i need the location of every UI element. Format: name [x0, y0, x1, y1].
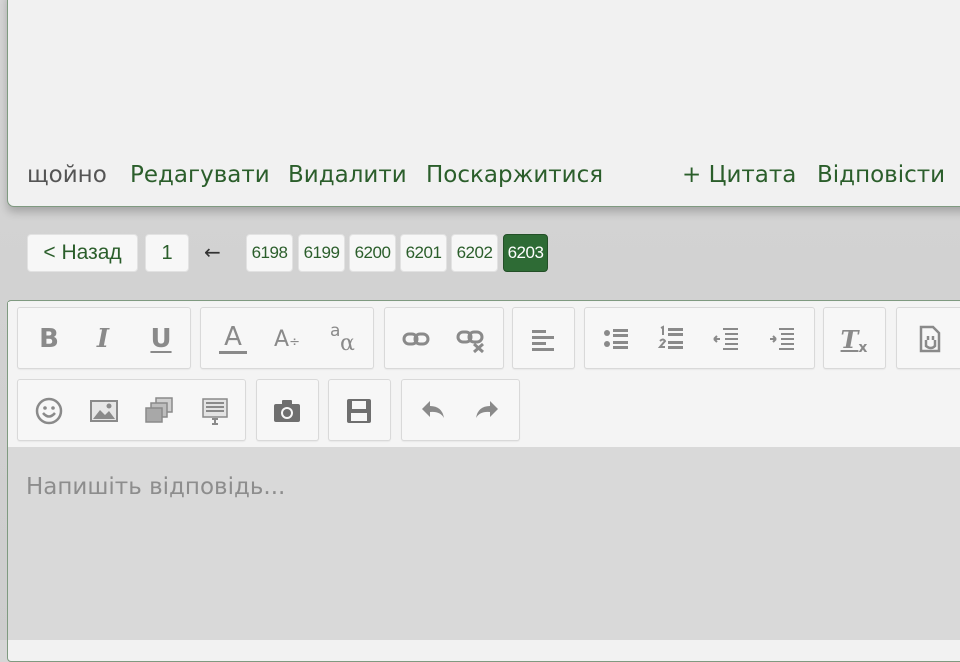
pagination-gap-arrow: ←: [204, 240, 221, 264]
toolbar-group-lists: [584, 307, 815, 369]
unlink-icon: [456, 330, 484, 354]
indent-icon: [770, 328, 794, 350]
outdent-icon: [713, 328, 738, 350]
undo-button[interactable]: [414, 392, 452, 430]
toolbar-group-clear: Tx: [823, 307, 886, 369]
font-size-button[interactable]: A÷: [268, 320, 306, 358]
save-button[interactable]: [340, 392, 378, 430]
pagination-first-page[interactable]: 1: [145, 234, 189, 272]
toolbar-group-fonts: A A÷ a α: [200, 307, 374, 369]
align-button[interactable]: [524, 320, 562, 358]
toolbar-group-links: [384, 307, 504, 369]
camera-button[interactable]: [268, 392, 306, 430]
redo-icon: [476, 401, 498, 418]
font-size-icon: A÷: [274, 326, 300, 352]
delete-link[interactable]: Видалити: [288, 162, 407, 188]
toolbar-group-source: [896, 307, 960, 369]
toolbar-group-history: [401, 379, 520, 441]
pagination-current-page[interactable]: 6203: [503, 234, 548, 272]
bulleted-list-button[interactable]: [597, 320, 635, 358]
outdent-button[interactable]: [707, 320, 745, 358]
indent-button[interactable]: [763, 320, 801, 358]
pagination-page[interactable]: 6202: [451, 234, 498, 272]
bold-icon: B: [39, 324, 59, 354]
undo-icon: [422, 401, 444, 418]
pagination-page[interactable]: 6198: [246, 234, 293, 272]
camera-icon: [274, 400, 300, 422]
numbered-list-button[interactable]: [652, 320, 690, 358]
reply-link[interactable]: Відповісти: [817, 162, 945, 188]
remove-format-button[interactable]: Tx: [835, 320, 873, 358]
redo-button[interactable]: [468, 392, 506, 430]
pagination-page[interactable]: 6200: [349, 234, 396, 272]
toolbar-group-save: [328, 379, 391, 441]
image-icon: [90, 400, 118, 422]
font-family-icon: a α: [330, 321, 355, 356]
remove-format-icon: Tx: [840, 324, 868, 356]
quote-link[interactable]: + Цитата: [682, 162, 796, 188]
align-left-icon: [532, 330, 554, 351]
underline-icon: U: [150, 324, 172, 354]
toolbar-group-basic-styles: B I U: [17, 307, 191, 369]
document-plug-icon: [919, 325, 941, 353]
pagination-back-button[interactable]: < Назад: [27, 234, 138, 272]
toolbar-group-insert: [17, 379, 246, 441]
numbered-list-icon: [657, 325, 683, 349]
edit-link[interactable]: Редагувати: [130, 162, 270, 188]
gallery-button[interactable]: [140, 392, 178, 430]
smiley-button[interactable]: [30, 392, 68, 430]
font-color-icon: A: [219, 324, 247, 354]
report-link[interactable]: Поскаржитися: [426, 162, 603, 188]
pagination-page[interactable]: 6201: [400, 234, 447, 272]
source-button[interactable]: [909, 320, 947, 358]
remove-link-button[interactable]: [452, 320, 490, 358]
insert-link-button[interactable]: [397, 320, 435, 358]
smiley-icon: [35, 397, 63, 425]
toolbar-group-camera: [256, 379, 319, 441]
pagination-page[interactable]: 6199: [298, 234, 345, 272]
italic-button[interactable]: I: [84, 320, 122, 358]
link-icon: [402, 332, 430, 346]
insert-image-button[interactable]: [85, 392, 123, 430]
reply-placeholder: Напишіть відповідь...: [26, 474, 286, 500]
save-icon: [347, 399, 371, 423]
template-button[interactable]: [196, 392, 234, 430]
toolbar-group-align: [512, 307, 575, 369]
post-time: щойно: [27, 162, 107, 188]
italic-icon: I: [96, 324, 110, 354]
bulleted-list-icon: [604, 329, 628, 349]
template-icon: [202, 398, 228, 425]
gallery-icon: [145, 397, 173, 423]
underline-button[interactable]: U: [142, 320, 180, 358]
font-family-button[interactable]: a α: [325, 320, 363, 358]
bold-button[interactable]: B: [30, 320, 68, 358]
font-color-button[interactable]: A: [214, 320, 252, 358]
